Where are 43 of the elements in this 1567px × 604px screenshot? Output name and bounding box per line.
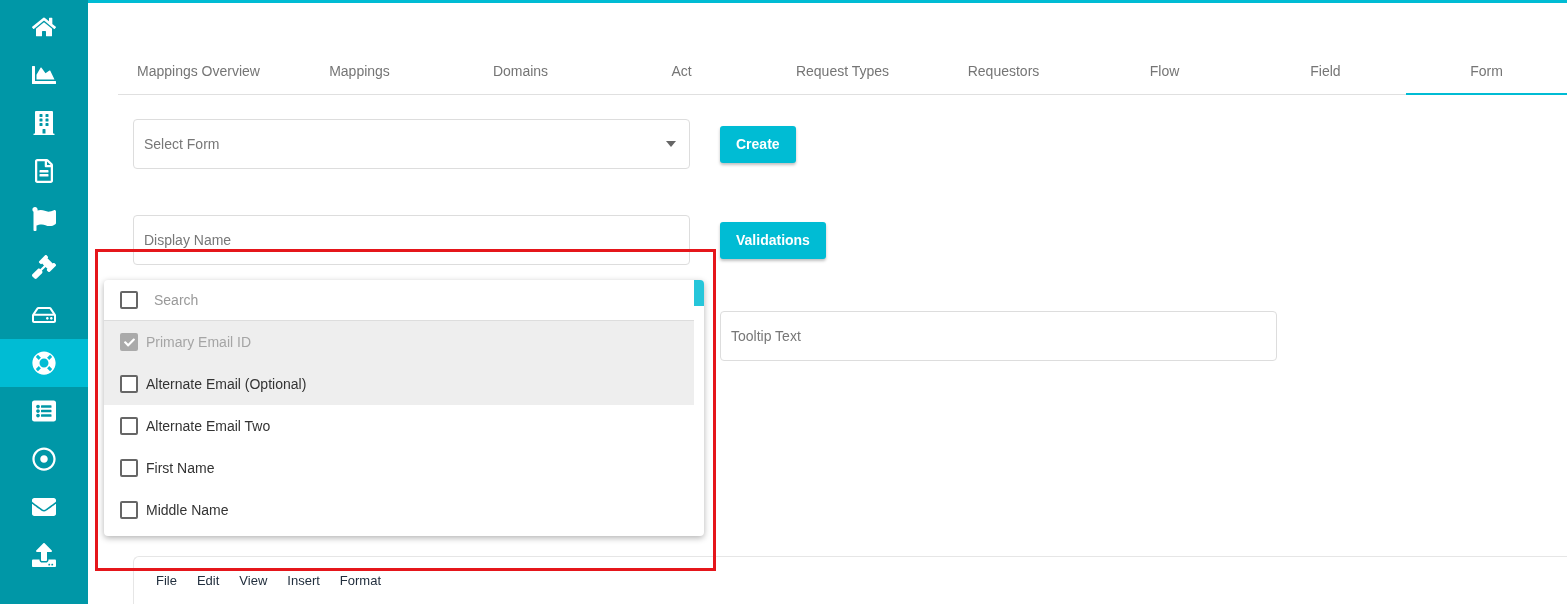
tab[interactable]: Form xyxy=(1406,52,1567,95)
option-label: Middle Name xyxy=(146,502,229,518)
tab[interactable]: Request Types xyxy=(762,52,923,95)
option-label: Primary Email ID xyxy=(146,334,251,350)
gavel-icon xyxy=(32,255,56,279)
upload-icon xyxy=(32,543,56,567)
select-all-checkbox[interactable] xyxy=(120,291,138,309)
document-icon xyxy=(32,159,56,183)
building-icon xyxy=(32,111,56,135)
checkbox[interactable] xyxy=(120,459,138,477)
life-ring-icon xyxy=(32,351,56,375)
tab[interactable]: Requestors xyxy=(923,52,1084,95)
home-icon xyxy=(32,15,56,39)
sidebar-item[interactable] xyxy=(0,339,88,387)
scrollbar-thumb[interactable] xyxy=(694,280,704,306)
tooltip-text-field[interactable]: Tooltip Text xyxy=(720,311,1277,361)
editor-menu-item[interactable]: View xyxy=(229,573,278,589)
tab[interactable]: Field xyxy=(1245,52,1406,95)
check-icon xyxy=(123,336,135,348)
tab[interactable]: Domains xyxy=(440,52,601,95)
search-field[interactable]: Search xyxy=(152,284,694,316)
select-form-dropdown[interactable]: Select Form xyxy=(133,119,690,169)
option-label: Alternate Email Two xyxy=(146,418,271,434)
caret-icon xyxy=(666,141,676,147)
flag-icon xyxy=(32,207,56,231)
editor-menu-item[interactable]: File xyxy=(146,573,187,589)
editor-menu-item[interactable]: Insert xyxy=(277,573,330,589)
envelope-icon xyxy=(32,495,56,519)
display-name-field[interactable]: Display Name xyxy=(133,215,690,265)
tab[interactable]: Flow xyxy=(1084,52,1245,95)
tab[interactable]: Mappings Overview xyxy=(118,52,279,95)
editor-menu-item[interactable]: Format xyxy=(329,573,391,589)
option-label: Alternate Email (Optional) xyxy=(146,376,307,392)
dropdown-option[interactable]: Alternate Email (Optional) xyxy=(104,363,694,405)
area-chart-icon xyxy=(32,63,56,87)
list-icon xyxy=(32,399,56,423)
checkbox[interactable] xyxy=(120,501,138,519)
tab[interactable]: Act xyxy=(601,52,762,95)
checkbox[interactable] xyxy=(120,417,138,435)
editor-menu-item[interactable]: Edit xyxy=(186,573,230,589)
option-label: First Name xyxy=(146,460,215,476)
tab[interactable]: Mappings xyxy=(279,52,440,95)
checkbox[interactable] xyxy=(120,375,138,393)
